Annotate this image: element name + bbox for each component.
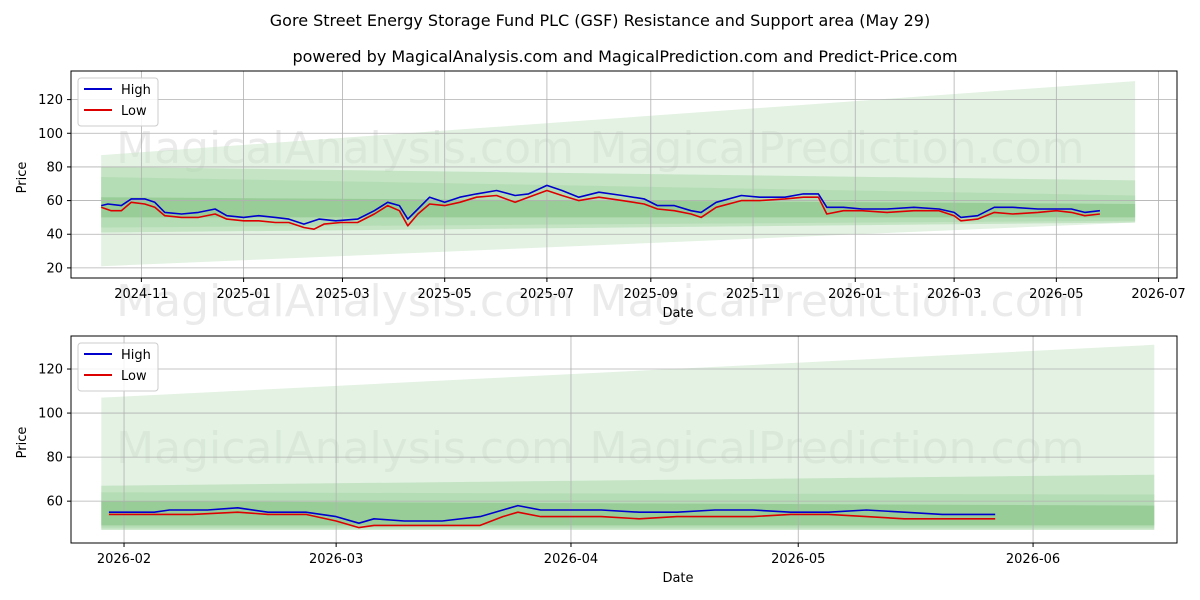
y-tick-label: 100 bbox=[38, 127, 63, 142]
y-tick-label: 60 bbox=[46, 495, 63, 510]
x-tick-label: 2026-07 bbox=[1131, 287, 1185, 302]
x-tick-label: 2025-09 bbox=[624, 287, 678, 302]
y-tick-label: 120 bbox=[38, 363, 63, 378]
y-axis-label: Price bbox=[15, 162, 30, 194]
x-tick-label: 2025-01 bbox=[216, 287, 270, 302]
figure: Gore Street Energy Storage Fund PLC (GSF… bbox=[0, 0, 1200, 600]
x-axis-label: Date bbox=[662, 571, 693, 586]
legend: High Low bbox=[77, 342, 159, 392]
x-tick-label: 2026-04 bbox=[544, 552, 598, 567]
x-tick-label: 2026-06 bbox=[1006, 552, 1060, 567]
y-tick-label: 80 bbox=[46, 160, 63, 175]
x-tick-label: 2024-11 bbox=[114, 287, 168, 302]
x-tick-label: 2025-05 bbox=[418, 287, 472, 302]
x-tick-label: 2025-11 bbox=[726, 287, 780, 302]
x-tick-label: 2025-03 bbox=[315, 287, 369, 302]
x-tick-label: 2026-03 bbox=[927, 287, 981, 302]
x-tick-label: 2025-07 bbox=[520, 287, 574, 302]
y-tick-label: 80 bbox=[46, 451, 63, 466]
y-axis-label: Price bbox=[15, 427, 30, 459]
legend-label-high: High bbox=[121, 83, 151, 98]
legend-label-low: Low bbox=[121, 369, 147, 384]
legend-label-high: High bbox=[121, 348, 151, 363]
y-tick-label: 120 bbox=[38, 93, 63, 108]
legend-label-low: Low bbox=[121, 104, 147, 119]
y-tick-label: 40 bbox=[46, 228, 63, 243]
legend: High Low bbox=[77, 77, 159, 127]
x-tick-label: 2026-03 bbox=[309, 552, 363, 567]
chart-subtitle: powered by MagicalAnalysis.com and Magic… bbox=[292, 47, 957, 66]
chart-title: Gore Street Energy Storage Fund PLC (GSF… bbox=[270, 11, 930, 30]
x-axis-label: Date bbox=[662, 306, 693, 321]
y-tick-label: 20 bbox=[46, 261, 63, 276]
y-tick-label: 60 bbox=[46, 194, 63, 209]
x-tick-label: 2026-05 bbox=[771, 552, 825, 567]
x-tick-label: 2026-02 bbox=[97, 552, 151, 567]
x-tick-label: 2026-01 bbox=[828, 287, 882, 302]
x-tick-label: 2026-05 bbox=[1029, 287, 1083, 302]
y-tick-label: 100 bbox=[38, 407, 63, 422]
